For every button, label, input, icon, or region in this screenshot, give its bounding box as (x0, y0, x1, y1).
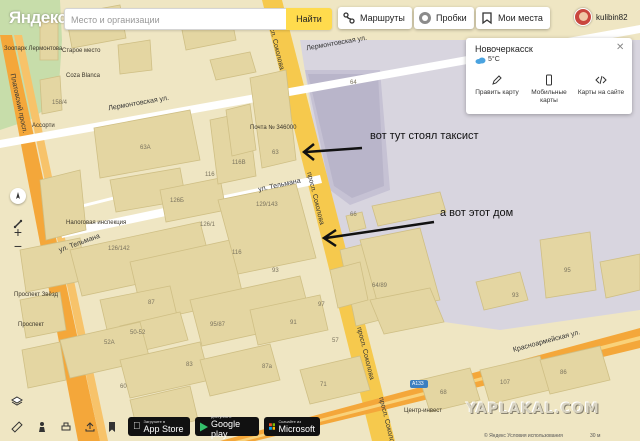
poi-zoo[interactable]: Зоопарк Лермонтова (4, 46, 62, 52)
code-icon (595, 75, 607, 85)
poi-assorti[interactable]: Ассорти (32, 123, 55, 129)
house-number: 95 (564, 268, 571, 274)
layers-icon (11, 396, 23, 406)
house-number: 52А (104, 340, 115, 346)
site-maps-action[interactable]: Карты на сайте (574, 74, 628, 97)
house-number: 129/143 (256, 202, 278, 208)
poi-cosa-blanca[interactable]: Coza Blanca (66, 73, 100, 79)
compass-button[interactable] (10, 188, 26, 204)
measure-button[interactable] (9, 419, 25, 435)
search-button[interactable]: Найти (286, 8, 332, 30)
house-number: 66 (350, 212, 357, 218)
house-number: 126/142 (108, 246, 130, 252)
house-number: 50-52 (130, 330, 146, 336)
share-icon (85, 422, 95, 432)
user-menu[interactable]: kulibin82 (574, 8, 628, 26)
poi-prospekt-zvezd[interactable]: Проспект Звёзд (14, 292, 58, 298)
house-number: 126/1 (200, 222, 216, 228)
traffic-label: Пробки (436, 13, 467, 23)
poi-nalogovaya[interactable]: Налоговая инспекция (66, 220, 126, 226)
avatar[interactable] (574, 8, 592, 26)
house-number: 71 (320, 382, 327, 388)
googleplay-label: Google play (211, 418, 241, 439)
house-number: 93 (512, 293, 519, 299)
panorama-button[interactable] (34, 419, 50, 435)
microsoft-label: Microsoft (278, 423, 315, 434)
googleplay-badge[interactable]: доступно в Google play (195, 414, 259, 439)
cloud-icon (475, 57, 486, 64)
house-number: 87а (262, 364, 273, 370)
house-number: 64 (350, 80, 357, 86)
yandex-logo[interactable]: Яндекс (9, 8, 67, 28)
mobile-maps-action[interactable]: Мобильные карты (522, 74, 576, 105)
house-number: 107 (500, 380, 511, 386)
city-name[interactable]: Новочеркасск (475, 44, 533, 54)
apple-icon:  (133, 421, 141, 432)
zoom-out-button[interactable]: − (10, 238, 26, 254)
print-icon (61, 422, 71, 431)
print-button[interactable] (58, 419, 74, 435)
pencil-icon (492, 75, 502, 85)
poi-pochta[interactable]: Почта № 346000 (250, 125, 296, 131)
edit-map-action[interactable]: Править карту (470, 74, 524, 97)
annotation-taxi: вот тут стоял таксист (370, 130, 479, 142)
bookmark-icon (482, 12, 492, 25)
bookmark-icon (109, 422, 115, 432)
house-number: 116В (232, 160, 246, 166)
windows-icon (269, 423, 276, 430)
house-number: 93 (272, 268, 279, 274)
phone-icon (546, 74, 552, 86)
temperature: 5°C (488, 56, 500, 63)
poi-staroe-mesto[interactable]: Старое место (62, 48, 101, 54)
watermark: YAPLAKAL.COM (466, 401, 600, 417)
route-badge-label: A133 (412, 381, 424, 387)
microsoft-badge[interactable]: Скачайте из Microsoft (264, 417, 320, 436)
house-number: 64/89 (372, 283, 388, 289)
house-number: 86 (560, 370, 567, 376)
poi-prospekt[interactable]: Проспект (18, 322, 44, 328)
house-number: 57 (332, 338, 339, 344)
house-number: 91 (290, 320, 297, 326)
poi-centr[interactable]: Центр-инвест (404, 408, 442, 414)
traffic-button[interactable]: Пробки (414, 7, 474, 29)
edit-map-label: Править карту (475, 89, 519, 96)
username: kulibin82 (596, 12, 628, 22)
annotation-house: а вот этот дом (440, 207, 514, 219)
house-number: 63 (272, 150, 279, 156)
layers-button[interactable] (9, 393, 25, 409)
site-maps-label: Карты на сайте (577, 89, 625, 96)
house-number: 95/87 (210, 322, 226, 328)
mobile-maps-label: Мобильные карты (531, 89, 567, 104)
myplaces-label: Мои места (498, 13, 543, 23)
house-number: 126Б (170, 198, 184, 204)
play-icon (200, 422, 209, 431)
city-card: Новочеркасск ✕ 5°C Править карту Мобильн… (466, 38, 632, 114)
routes-label: Маршруты (360, 13, 405, 23)
house-number: 60 (120, 384, 127, 390)
close-icon[interactable]: ✕ (616, 42, 624, 53)
appstore-label: App Store (136, 423, 184, 434)
house-number: 68 (440, 390, 447, 396)
share-button[interactable] (82, 419, 98, 435)
routes-button[interactable]: Маршруты (338, 7, 412, 29)
house-number: 83 (186, 362, 193, 368)
search-input[interactable] (71, 12, 281, 27)
myplaces-button[interactable]: Мои места (476, 7, 550, 29)
ruler-diagonal-icon (11, 421, 23, 433)
bookmark-button[interactable] (104, 419, 120, 435)
house-number: 116 (205, 172, 215, 178)
routes-icon (343, 12, 355, 24)
person-icon (39, 422, 45, 432)
house-number: 97 (318, 302, 325, 308)
copyright-link[interactable]: © Яндекс Условия использования (484, 433, 563, 439)
appstore-badge[interactable]:  Загрузите вApp Store (128, 417, 190, 436)
house-number: 87 (148, 300, 155, 306)
compass-icon (16, 192, 20, 199)
traffic-icon (419, 12, 431, 24)
house-number: 63А (140, 145, 151, 151)
scale-label: 30 м (590, 433, 601, 439)
house-number: 158/4 (52, 100, 68, 106)
house-number: 116 (232, 250, 242, 256)
